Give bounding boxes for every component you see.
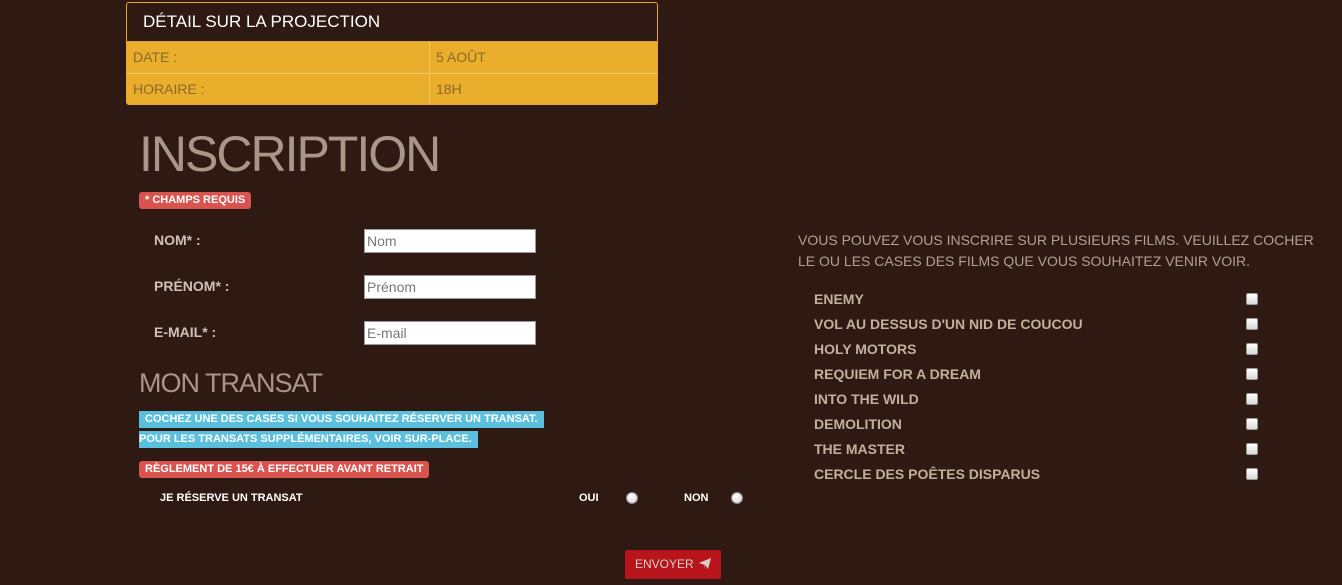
projection-row-date: DATE : 5 AOÛT <box>127 42 657 73</box>
email-label: E-MAIL* : <box>154 324 217 340</box>
film-checkbox-vol-au-dessus[interactable] <box>1246 318 1258 330</box>
prenom-label: PRÉNOM* : <box>154 278 230 294</box>
prenom-input[interactable] <box>364 275 536 299</box>
submit-button[interactable]: ENVOYER <box>625 550 721 579</box>
option-yes-label: OUI <box>579 492 599 504</box>
film-checkbox-the-master[interactable] <box>1246 443 1258 455</box>
film-label-demolition: DEMOLITION <box>814 416 902 432</box>
time-value: 18H <box>436 81 462 97</box>
film-label-requiem: REQUIEM FOR A DREAM <box>814 366 981 382</box>
film-checkbox-cercle-des-poetes[interactable] <box>1246 468 1258 480</box>
payment-badge: RÈGLEMENT DE 15€ À EFFECTUER AVANT RETRA… <box>139 461 430 478</box>
time-label: HORAIRE : <box>127 74 430 104</box>
submit-label: ENVOYER <box>634 557 694 571</box>
option-yes-radio[interactable] <box>626 492 638 504</box>
projection-row-time: HORAIRE : 18H <box>127 73 657 104</box>
nom-input[interactable] <box>364 229 536 253</box>
film-checkbox-holy-motors[interactable] <box>1246 343 1258 355</box>
transat-info-line-2: POUR LES TRANSATS SUPPLÉMENTAIRES, VOIR … <box>139 431 478 448</box>
films-intro: VOUS POUVEZ VOUS INSCRIRE SUR PLUSIEURS … <box>798 232 1314 269</box>
film-checkbox-into-the-wild[interactable] <box>1246 393 1258 405</box>
required-badge: * CHAMPS REQUIS <box>139 192 252 209</box>
film-label-enemy: ENEMY <box>814 291 864 307</box>
date-value: 5 AOÛT <box>436 49 486 65</box>
film-label-into-the-wild: INTO THE WILD <box>814 391 919 407</box>
projection-panel: DÉTAIL SUR LA PROJECTION DATE : 5 AOÛT H… <box>126 2 658 105</box>
transat-question: JE RÉSERVE UN TRANSAT <box>160 492 303 504</box>
transat-title: MON TRANSAT <box>139 368 323 398</box>
film-label-the-master: THE MASTER <box>814 441 905 457</box>
inscription-title: INSCRIPTION <box>139 126 441 182</box>
transat-info-line-1: COCHEZ UNE DES CASES SI VOUS SOUHAITEZ R… <box>139 411 544 428</box>
nom-label: NOM* : <box>154 232 201 248</box>
option-no-radio[interactable] <box>731 492 743 504</box>
date-label: DATE : <box>127 42 430 73</box>
film-checkbox-demolition[interactable] <box>1246 418 1258 430</box>
projection-title: DÉTAIL SUR LA PROJECTION <box>127 3 657 42</box>
film-checkbox-requiem[interactable] <box>1246 368 1258 380</box>
film-label-cercle-des-poetes: CERCLE DES POÊTES DISPARUS <box>814 466 1041 482</box>
film-label-holy-motors: HOLY MOTORS <box>814 341 917 357</box>
email-input[interactable] <box>364 321 536 345</box>
option-no-label: NON <box>684 492 709 504</box>
film-checkbox-enemy[interactable] <box>1246 293 1258 305</box>
paper-plane-icon <box>699 558 712 569</box>
film-label-vol-au-dessus: VOL AU DESSUS D'UN NID DE COUCOU <box>814 316 1083 332</box>
